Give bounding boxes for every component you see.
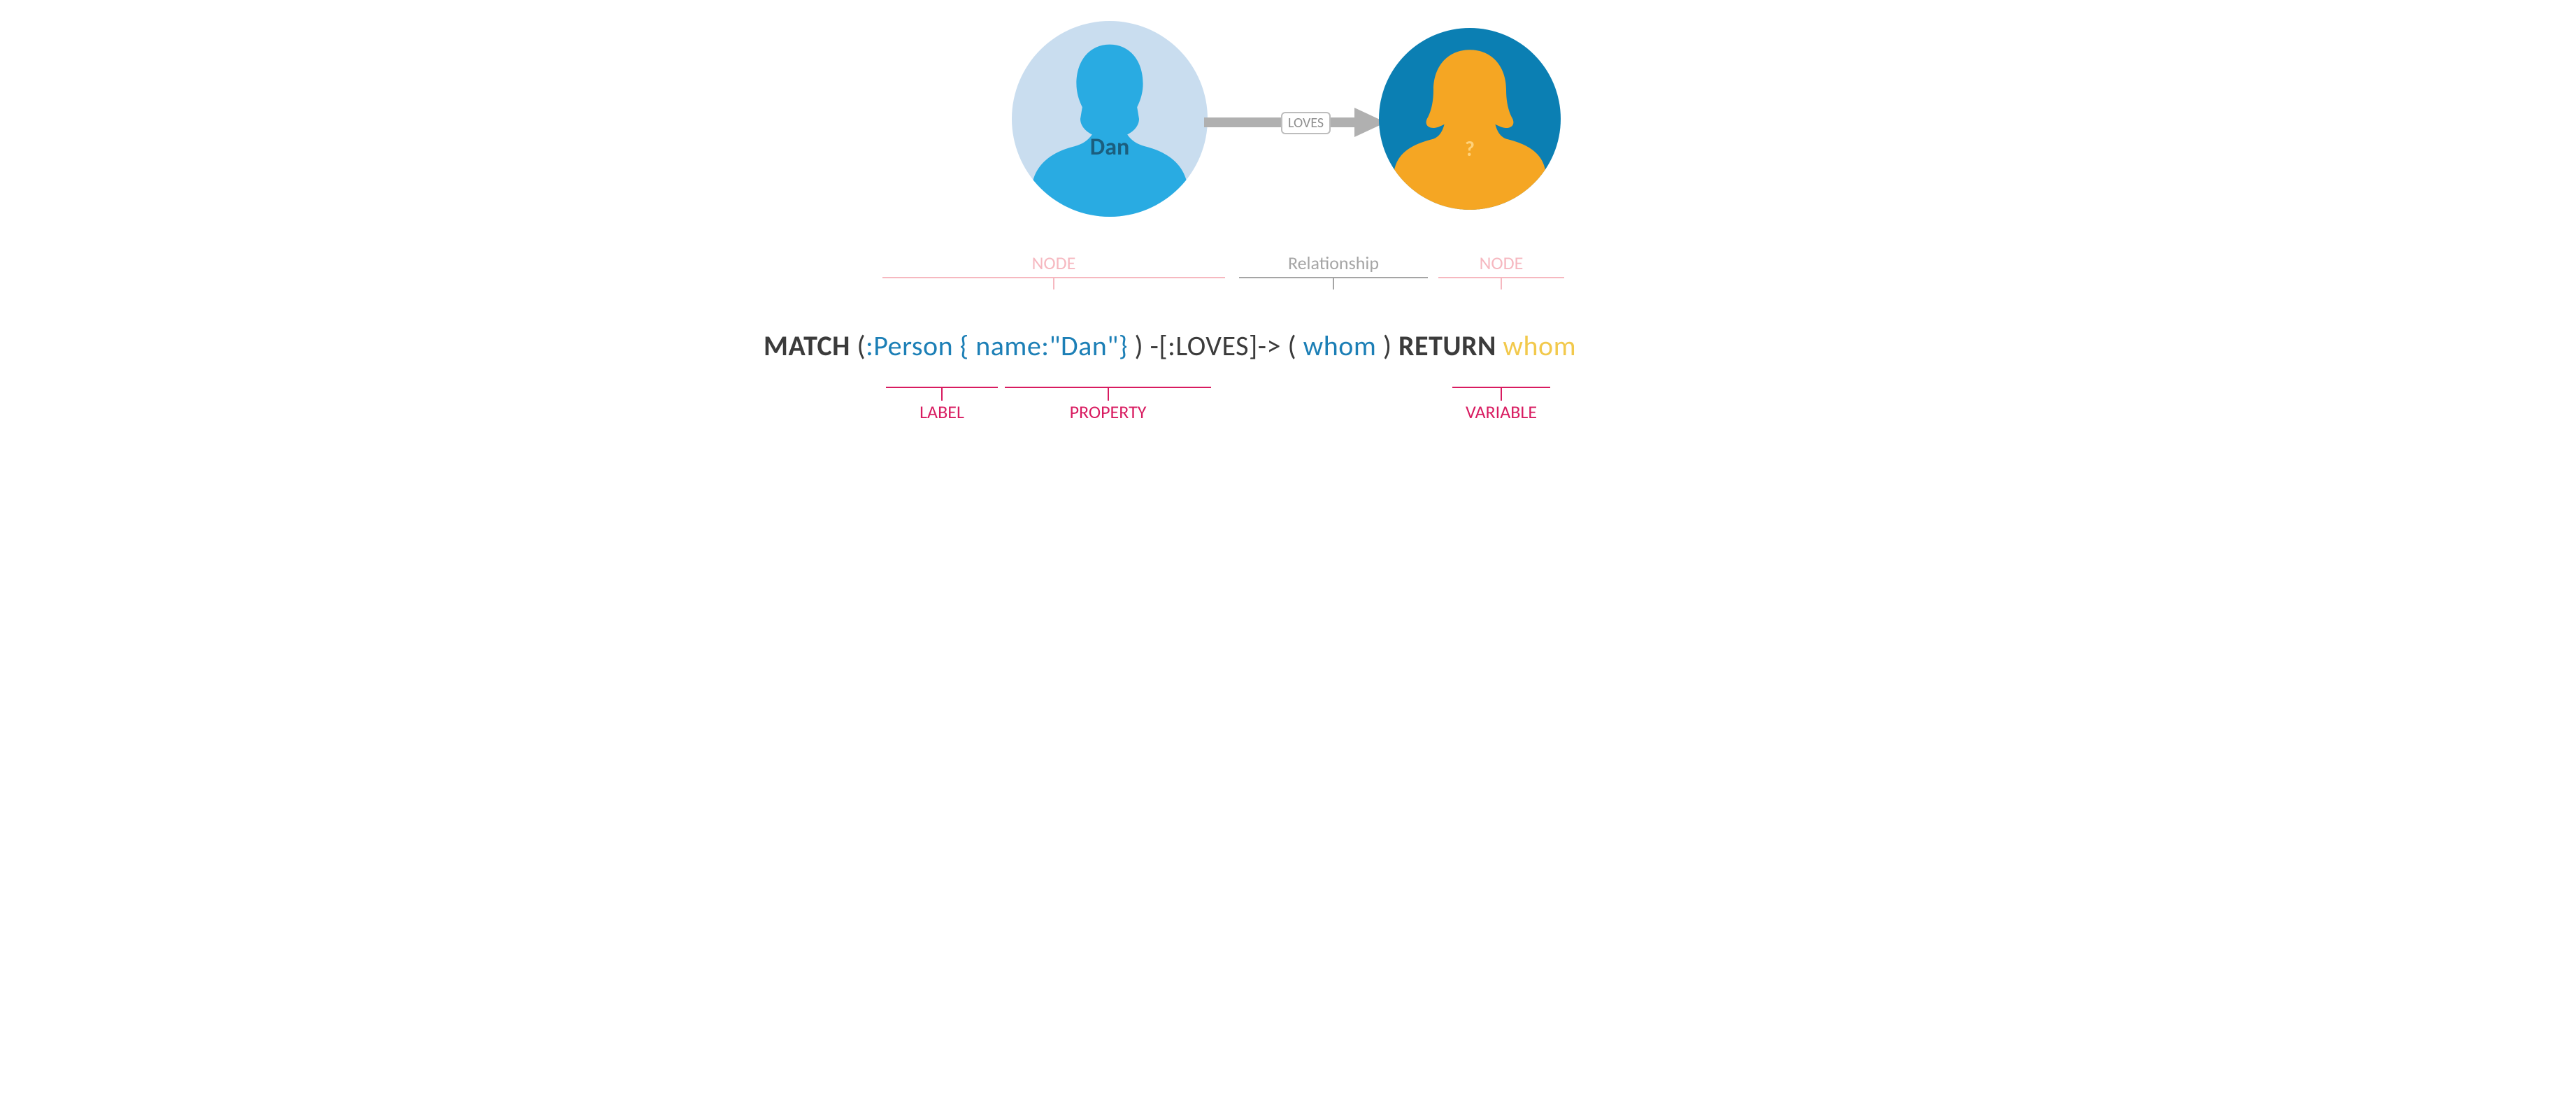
person-male-icon (1012, 21, 1208, 217)
paren-open-1: ( (857, 329, 866, 363)
bracket-icon (1239, 277, 1428, 291)
keyword-match: MATCH (764, 329, 857, 363)
bracket-icon (1452, 374, 1550, 388)
cypher-diagram: Dan LOVES ? NODE Relationship NODE MATCH… (750, 14, 1826, 475)
variable-token: whom (1303, 329, 1383, 363)
annotation-node-right: NODE (1438, 252, 1564, 291)
label-token: :Person (866, 329, 960, 363)
annotation-relationship-text: Relationship (1239, 252, 1428, 274)
paren-close-1: ) (1134, 329, 1150, 363)
node-dan-label: Dan (1012, 133, 1208, 162)
annotation-relationship: Relationship (1239, 252, 1428, 291)
node-whom: ? (1379, 28, 1561, 210)
relationship-token: -[:LOVES]-> (1150, 329, 1288, 363)
cypher-query: MATCH (:Person { name:"Dan"} ) -[:LOVES]… (764, 329, 1576, 363)
property-token: { name:"Dan"} (960, 329, 1135, 363)
annotation-property-text: PROPERTY (1005, 401, 1211, 423)
paren-close-2: ) (1383, 329, 1398, 363)
paren-open-2: ( (1287, 329, 1303, 363)
bracket-icon (1438, 277, 1564, 291)
return-variable: whom (1503, 329, 1576, 363)
keyword-return: RETURN (1398, 329, 1503, 363)
annotation-label-text: LABEL (886, 401, 998, 423)
annotation-node-right-text: NODE (1438, 252, 1564, 274)
relationship-arrow: LOVES (1204, 105, 1386, 140)
bracket-icon (886, 374, 998, 388)
node-whom-label: ? (1379, 136, 1561, 162)
bracket-icon (882, 277, 1225, 291)
annotation-node-left-text: NODE (882, 252, 1225, 274)
node-dan: Dan (1012, 21, 1208, 217)
annotation-node-left: NODE (882, 252, 1225, 291)
annotation-label: LABEL (886, 374, 998, 423)
annotation-variable-text: VARIABLE (1452, 401, 1550, 423)
annotation-property: PROPERTY (1005, 374, 1211, 423)
annotation-variable: VARIABLE (1452, 374, 1550, 423)
bracket-icon (1005, 374, 1211, 388)
person-female-icon (1379, 28, 1561, 210)
relationship-label: LOVES (1281, 112, 1331, 134)
